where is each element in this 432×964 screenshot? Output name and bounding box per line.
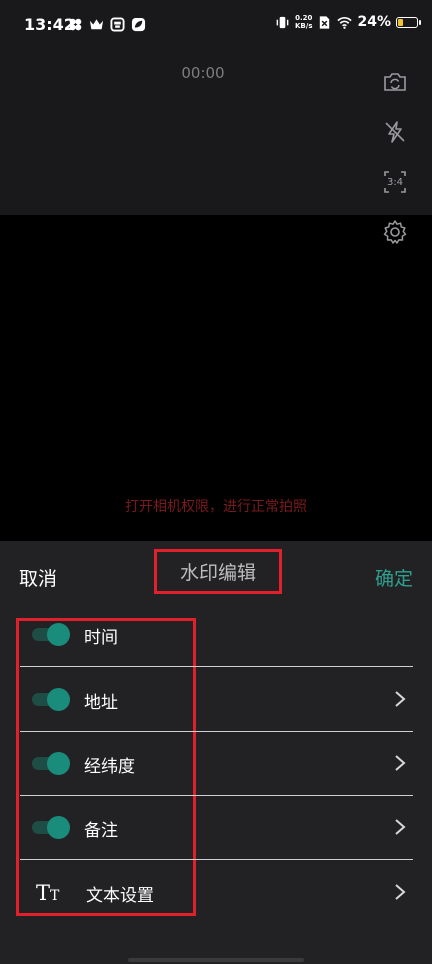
- coordinates-label: 经纬度: [84, 757, 135, 777]
- watermark-edit-sheet: 取消 水印编辑 确定 时间 地址 经纬度 备注 TT 文本设置: [0, 541, 432, 964]
- chevron-right-icon[interactable]: [393, 690, 407, 708]
- notification-icons: [68, 17, 146, 32]
- status-bar: 13:42 0.20 KB/s 24%: [0, 0, 432, 52]
- camera-permission-message[interactable]: 打开相机权限，进行正常拍照: [0, 496, 432, 516]
- battery-percent: 24%: [357, 14, 391, 30]
- chevron-right-icon[interactable]: [393, 754, 407, 772]
- aspect-ratio-label: 3:4: [386, 176, 404, 188]
- settings-button[interactable]: [382, 218, 408, 246]
- time-label: 时间: [84, 628, 118, 648]
- cancel-button[interactable]: 取消: [19, 564, 57, 591]
- net-speed-value: 0.20: [295, 14, 313, 22]
- address-toggle[interactable]: [32, 688, 70, 711]
- chevron-right-icon[interactable]: [393, 818, 407, 836]
- system-status-icons: 0.20 KB/s 24%: [275, 14, 421, 30]
- leaf-app-icon: [131, 17, 146, 32]
- crown-icon: [89, 19, 104, 30]
- option-row-coordinates[interactable]: 经纬度: [20, 732, 413, 796]
- network-speed: 0.20 KB/s: [295, 14, 312, 30]
- home-indicator[interactable]: [128, 958, 304, 962]
- camera-switch-button[interactable]: [382, 68, 408, 96]
- camera-side-tools: 3:4: [382, 68, 408, 246]
- chevron-right-icon[interactable]: [393, 883, 407, 901]
- divider: [20, 666, 413, 667]
- box-app-icon: [110, 17, 125, 32]
- flash-button[interactable]: [382, 118, 408, 146]
- wifi-icon: [337, 16, 353, 29]
- sheet-title: 水印编辑: [154, 549, 282, 594]
- text-size-icon: TT: [36, 881, 60, 905]
- flash-off-icon: [385, 121, 405, 143]
- option-row-address[interactable]: 地址: [20, 668, 413, 732]
- camera-switch-icon: [384, 73, 406, 91]
- option-row-note[interactable]: 备注: [20, 796, 413, 860]
- aspect-ratio-button[interactable]: 3:4: [382, 168, 408, 196]
- option-row-time[interactable]: 时间: [20, 603, 413, 667]
- recording-timer: 00:00: [181, 64, 225, 82]
- note-toggle[interactable]: [32, 816, 70, 839]
- coordinates-toggle[interactable]: [32, 752, 70, 775]
- confirm-button[interactable]: 确定: [375, 564, 413, 591]
- no-sim-icon: [320, 15, 330, 29]
- option-row-text-settings[interactable]: TT 文本设置: [20, 861, 413, 925]
- settings-gear-icon: [383, 220, 407, 244]
- grid-app-icon: [69, 18, 82, 31]
- text-settings-label: 文本设置: [86, 886, 154, 906]
- divider: [20, 859, 413, 860]
- note-label: 备注: [84, 821, 118, 841]
- vibrate-icon: [276, 16, 289, 28]
- address-label: 地址: [84, 693, 118, 713]
- battery-icon: [396, 16, 421, 28]
- time-toggle[interactable]: [32, 623, 70, 646]
- sheet-header: 取消 水印编辑 确定: [0, 541, 432, 607]
- net-speed-unit: KB/s: [295, 22, 313, 30]
